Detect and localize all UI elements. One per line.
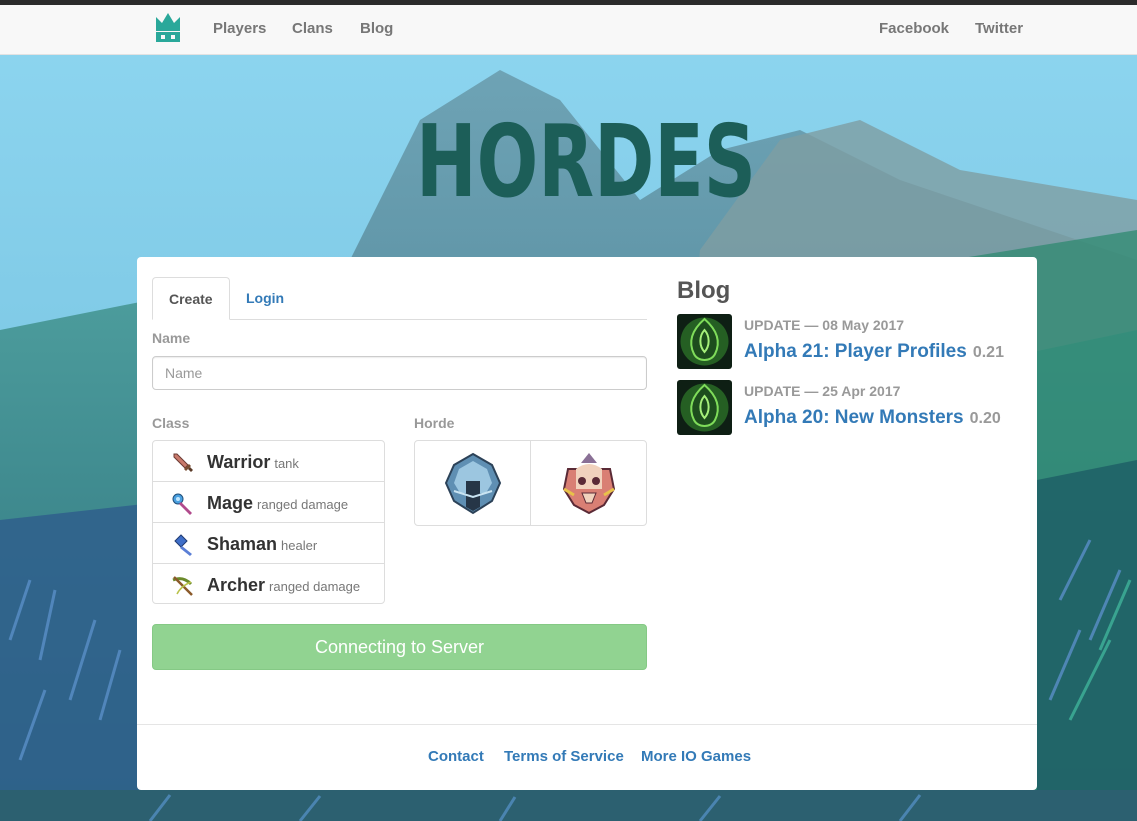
horde-label: Horde <box>414 415 455 431</box>
main-card: Create Login Name Class Warriortank Mage… <box>137 257 1037 790</box>
nav-link-twitter[interactable]: Twitter <box>975 21 1023 37</box>
class-name-mage: Mage <box>207 493 254 513</box>
horde-selector <box>414 440 647 526</box>
tab-login[interactable]: Login <box>230 277 300 320</box>
name-label: Name <box>152 330 191 346</box>
blog-post[interactable]: UPDATE — 08 May 2017 Alpha 21: Player Pr… <box>677 314 1017 370</box>
auth-tabs: Create Login <box>152 277 647 320</box>
class-item-shaman[interactable]: Shaman healer <box>153 523 384 564</box>
footer-link-terms[interactable]: Terms of Service <box>504 749 624 765</box>
blue-helmet-icon <box>444 452 502 515</box>
nav-link-players[interactable]: Players <box>213 21 266 37</box>
tab-create[interactable]: Create <box>152 277 230 320</box>
green-leaf-icon <box>677 314 732 369</box>
nav-link-clans[interactable]: Clans <box>292 21 333 37</box>
class-role-warrior: tank <box>274 456 299 471</box>
class-item-archer[interactable]: Archer ranged damage <box>153 564 384 603</box>
name-input[interactable] <box>152 356 647 390</box>
horde-option-vanguard[interactable] <box>415 441 531 525</box>
class-item-mage[interactable]: Mage ranged damage <box>153 482 384 523</box>
blog-post-meta: UPDATE — 25 Apr 2017 <box>744 383 901 399</box>
blog-post-title[interactable]: Alpha 21: Player Profiles <box>744 341 967 362</box>
blog-post-meta: UPDATE — 08 May 2017 <box>744 317 905 333</box>
green-leaf-icon <box>677 380 732 435</box>
hammer-icon <box>174 534 192 556</box>
game-title: HORDES <box>416 108 756 202</box>
blog-heading: Blog <box>677 277 731 304</box>
nav-link-blog[interactable]: Blog <box>360 21 393 37</box>
blog-post-title[interactable]: Alpha 20: New Monsters <box>744 407 964 428</box>
navbar: Players Clans Blog Facebook Twitter <box>0 5 1137 55</box>
red-skull-icon <box>562 453 616 515</box>
staff-icon <box>172 493 192 515</box>
connect-button[interactable]: Connecting to Server <box>152 624 647 670</box>
class-name-warrior: Warrior <box>207 452 271 472</box>
footer-divider <box>137 724 1037 725</box>
sword-icon <box>173 453 193 472</box>
horde-option-bloodlust[interactable] <box>531 441 646 525</box>
crown-icon[interactable] <box>154 11 182 43</box>
class-role-shaman: healer <box>281 538 318 553</box>
game-title-logo: HORDES <box>416 108 756 202</box>
crossbow-icon <box>172 576 193 596</box>
class-name-archer: Archer <box>207 575 266 595</box>
blog-post-version: 0.21 <box>972 344 1004 361</box>
class-role-archer: ranged damage <box>269 579 361 594</box>
nav-link-facebook[interactable]: Facebook <box>879 21 949 37</box>
class-label: Class <box>152 415 190 431</box>
blog-post-version: 0.20 <box>969 410 1001 427</box>
class-list: Warrior tank Mage ranged damage Shaman heal… <box>152 440 385 604</box>
footer-link-contact[interactable]: Contact <box>428 749 484 765</box>
blog-post[interactable]: UPDATE — 25 Apr 2017 Alpha 20: New Monst… <box>677 380 1017 436</box>
class-name-shaman: Shaman <box>207 534 278 554</box>
footer-link-more-games[interactable]: More IO Games <box>641 749 751 765</box>
class-item-warrior[interactable]: Warrior tank <box>153 441 384 482</box>
class-role-mage: ranged damage <box>257 497 349 512</box>
